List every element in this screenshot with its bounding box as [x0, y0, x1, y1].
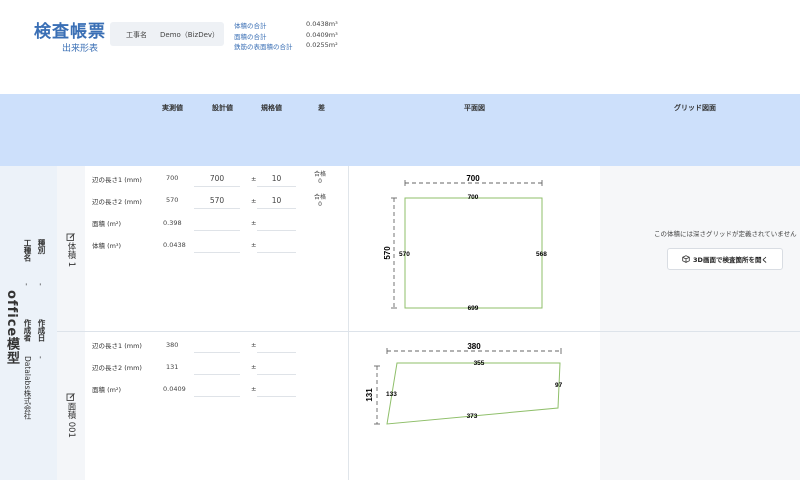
row-2-name: 面積 001 [66, 402, 76, 438]
row-1-field-4-tolerance[interactable] [257, 237, 296, 253]
row-1-field-1-diff: 0 [318, 178, 322, 185]
row-2-field-1-label: 辺の長さ1 (mm) [92, 342, 142, 350]
row-2-field-1-actual: 380 [166, 341, 179, 349]
plan-outline [404, 197, 543, 309]
summary-area-value: 0.0409m³ [306, 31, 338, 39]
row-2-field-3-label: 面積 (m²) [92, 386, 122, 394]
row-1-field-4-pm: ± [251, 241, 257, 249]
row-1-field-2-diff: 0 [318, 201, 322, 208]
row-1-field-2-design[interactable]: 570 [194, 193, 240, 209]
row-1-field-3-label: 面積 (m²) [92, 220, 122, 228]
dim-left-label: 570 [383, 246, 392, 260]
kind-value: - [36, 283, 45, 286]
row-1-field-4-label: 体積 (m³) [92, 242, 122, 250]
grid-drawing-area [600, 166, 800, 480]
row-1-field-3-pm: ± [251, 219, 257, 227]
row-1-field-3-tolerance[interactable] [257, 215, 296, 231]
row-1-field-2-pm: ± [251, 197, 257, 205]
row-1-field-2-label: 辺の長さ2 (mm) [92, 198, 142, 206]
row-1-field-1-design[interactable]: 700 [194, 171, 240, 187]
row-2-field-2-label: 辺の長さ2 (mm) [92, 364, 142, 372]
grid-missing-message: この体積には深さグリッドが定義されていません [654, 230, 797, 238]
col-plan: 平面図 [464, 104, 485, 112]
col-grid: グリッド図面 [674, 104, 716, 112]
summary-rebar-label: 鉄筋の表面積の合計 [234, 43, 293, 51]
edge-left-label: 133 [386, 391, 397, 398]
dim-top-label: 380 [467, 342, 481, 351]
project-type-value: - [22, 283, 31, 286]
edge-bottom-label: 373 [467, 413, 478, 420]
row-1-name: 体積 1 [66, 242, 76, 268]
project-type-label: 工種名 [23, 239, 32, 262]
kind-label: 種別 [37, 239, 46, 254]
edge-top-label: 355 [474, 360, 485, 367]
open-3d-button[interactable]: 3D画面で検査箇所を開く [667, 248, 783, 270]
author-value: Datalabs株式会社 [23, 356, 32, 420]
dim-left-label: 131 [365, 388, 374, 402]
row-1-field-2-actual: 570 [166, 196, 179, 204]
col-actual: 実測値 [162, 104, 183, 112]
edge-top-label: 700 [468, 194, 479, 201]
row-1-plan-drawing: 700 570 700 570 568 699 [383, 174, 547, 312]
row-2-field-1-pm: ± [251, 341, 257, 349]
row-1-field-4-actual: 0.0438 [163, 241, 186, 249]
row-2-plan-drawing: 380 131 355 133 97 373 [365, 342, 563, 425]
row-1-field-3-actual: 0.398 [163, 219, 182, 227]
row-2-field-3-design[interactable] [194, 381, 240, 397]
row-2-field-2-tolerance[interactable] [257, 359, 296, 375]
edge-right-label: 97 [555, 382, 563, 389]
row-2-field-3-pm: ± [251, 385, 257, 393]
row-2-field-3-tolerance[interactable] [257, 381, 296, 397]
open-3d-button-label: 3D画面で検査箇所を開く [693, 256, 768, 264]
author-label: 作成者 [23, 319, 32, 342]
edit-icon[interactable] [66, 387, 76, 401]
row-2-field-3-actual: 0.0409 [163, 385, 186, 393]
row-1-field-1-label: 辺の長さ1 (mm) [92, 176, 142, 184]
edge-left-label: 570 [399, 251, 410, 258]
row-1-field-1-tolerance[interactable]: 10 [257, 171, 296, 187]
edit-icon[interactable] [66, 227, 76, 241]
row-2-field-2-pm: ± [251, 363, 257, 371]
project-value: Demo（BizDev） [160, 31, 220, 39]
summary-volume-value: 0.0438m³ [306, 20, 338, 28]
date-label: 作成日 [37, 319, 46, 342]
row-2-field-2-actual: 131 [166, 363, 179, 371]
col-standard: 規格値 [261, 104, 282, 112]
row-1-field-3-design[interactable] [194, 215, 240, 231]
summary-volume-label: 体積の合計 [234, 22, 267, 30]
cube-icon [682, 255, 690, 263]
row-1-field-4-design[interactable] [194, 237, 240, 253]
row-1-field-2-tolerance[interactable]: 10 [257, 193, 296, 209]
edge-right-label: 568 [536, 251, 547, 258]
edge-bottom-label: 699 [468, 305, 479, 312]
row-2-field-1-design[interactable] [194, 337, 240, 353]
col-diff: 差 [318, 104, 325, 112]
row-1-field-1-pm: ± [251, 175, 257, 183]
row-2-field-2-design[interactable] [194, 359, 240, 375]
col-design: 設計値 [212, 104, 233, 112]
row-1-field-1-result: 合格 [314, 171, 327, 178]
summary-rebar-value: 0.0255m² [306, 41, 338, 49]
summary-area-label: 面積の合計 [234, 33, 267, 41]
dim-top-label: 700 [466, 174, 480, 183]
row-2-field-1-tolerance[interactable] [257, 337, 296, 353]
row-1-field-1-actual: 700 [166, 174, 179, 182]
date-value: - [36, 356, 45, 359]
project-label: 工事名 [126, 31, 147, 39]
model-name: office模型 [4, 290, 19, 366]
row-1-field-2-result: 合格 [314, 194, 327, 201]
report-subtitle: 出来形表 [62, 44, 99, 54]
report-title: 検査帳票 [34, 22, 106, 42]
